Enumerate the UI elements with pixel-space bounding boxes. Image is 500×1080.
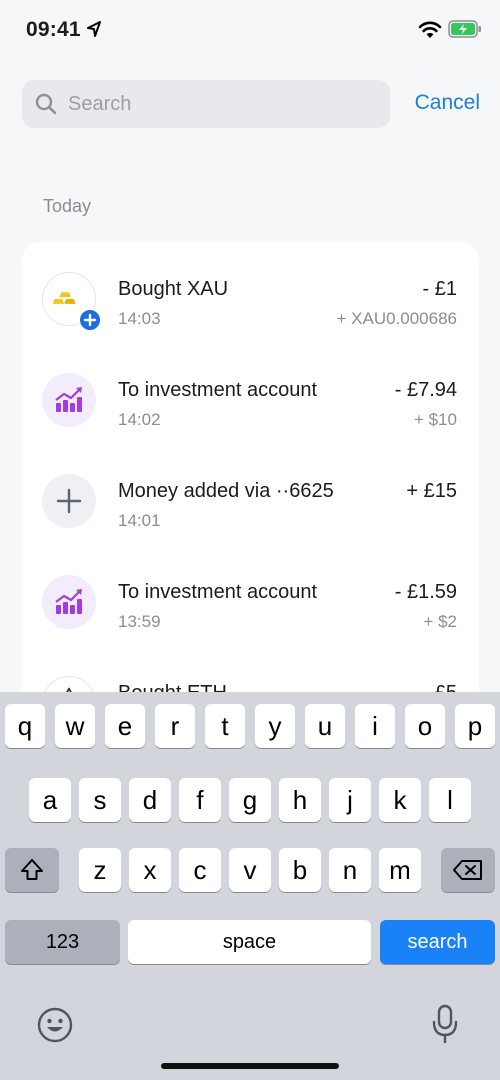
key-p[interactable]: p [455, 704, 495, 748]
transaction-secondary-amount: + $10 [413, 410, 457, 429]
transaction-time: 14:03 [118, 309, 161, 328]
list-item[interactable]: Money added via ··6625 14:01 + £15 [22, 444, 479, 545]
search-key[interactable]: search [380, 920, 495, 964]
transaction-amount: - £7.94 [394, 379, 457, 401]
key-d[interactable]: d [129, 778, 171, 822]
key-x[interactable]: x [129, 848, 171, 892]
key-r[interactable]: r [155, 704, 195, 748]
shift-icon [21, 859, 43, 880]
search-input[interactable] [68, 80, 378, 128]
transaction-title: To investment account [118, 379, 317, 401]
search-icon [35, 93, 57, 115]
space-key[interactable]: space [128, 920, 371, 964]
key-e[interactable]: e [105, 704, 145, 748]
key-u[interactable]: u [305, 704, 345, 748]
key-f[interactable]: f [179, 778, 221, 822]
section-label-today: Today [43, 196, 92, 216]
plus-icon [42, 474, 96, 528]
key-b[interactable]: b [279, 848, 321, 892]
transaction-title: Bought XAU [118, 278, 229, 300]
transactions-list: Bought XAU 14:03 - £1 + XAU0.000686 To i… [22, 242, 479, 712]
key-g[interactable]: g [229, 778, 271, 822]
investment-chart-icon [42, 575, 96, 629]
numbers-key[interactable]: 123 [5, 920, 120, 964]
status-bar: 09:41 [0, 0, 500, 60]
home-indicator [161, 1063, 339, 1069]
investment-chart-icon [42, 373, 96, 427]
key-h[interactable]: h [279, 778, 321, 822]
plus-badge-icon [78, 308, 102, 332]
list-item[interactable]: Bought XAU 14:03 - £1 + XAU0.000686 [22, 242, 479, 343]
search-box[interactable] [22, 80, 390, 128]
key-q[interactable]: q [5, 704, 45, 748]
backspace-key[interactable] [441, 848, 495, 892]
key-c[interactable]: c [179, 848, 221, 892]
transaction-time: 14:01 [118, 511, 161, 530]
list-item[interactable]: To investment account 13:59 - £1.59 + $2 [22, 545, 479, 646]
shift-key[interactable] [5, 848, 59, 892]
wifi-icon [418, 21, 442, 38]
keyboard: q w e r t y u i o p a s d f g h j k l z … [0, 692, 500, 1080]
key-l[interactable]: l [429, 778, 471, 822]
battery-charging-icon [448, 20, 481, 38]
key-k[interactable]: k [379, 778, 421, 822]
cancel-button[interactable]: Cancel [415, 91, 480, 115]
transaction-secondary-amount: + XAU0.000686 [336, 309, 457, 328]
microphone-icon[interactable] [430, 1004, 460, 1046]
key-j[interactable]: j [329, 778, 371, 822]
transaction-time: 14:02 [118, 410, 161, 429]
key-m[interactable]: m [379, 848, 421, 892]
list-item[interactable]: To investment account 14:02 - £7.94 + $1… [22, 343, 479, 444]
key-v[interactable]: v [229, 848, 271, 892]
key-z[interactable]: z [79, 848, 121, 892]
transaction-amount: - £1 [422, 278, 457, 300]
transaction-amount: + £15 [406, 480, 457, 502]
key-y[interactable]: y [255, 704, 295, 748]
transaction-secondary-amount: + $2 [423, 612, 457, 631]
transaction-amount: - £1.59 [394, 581, 457, 603]
transaction-title: Money added via ··6625 [118, 480, 334, 502]
emoji-icon[interactable] [36, 1006, 74, 1044]
transaction-title: To investment account [118, 581, 317, 603]
key-s[interactable]: s [79, 778, 121, 822]
key-n[interactable]: n [329, 848, 371, 892]
key-a[interactable]: a [29, 778, 71, 822]
key-o[interactable]: o [405, 704, 445, 748]
backspace-icon [453, 860, 482, 880]
key-i[interactable]: i [355, 704, 395, 748]
location-arrow-icon [87, 21, 101, 37]
transaction-time: 13:59 [118, 612, 161, 631]
key-t[interactable]: t [205, 704, 245, 748]
key-w[interactable]: w [55, 704, 95, 748]
status-time: 09:41 [26, 18, 81, 41]
search-row: Cancel [22, 80, 482, 128]
